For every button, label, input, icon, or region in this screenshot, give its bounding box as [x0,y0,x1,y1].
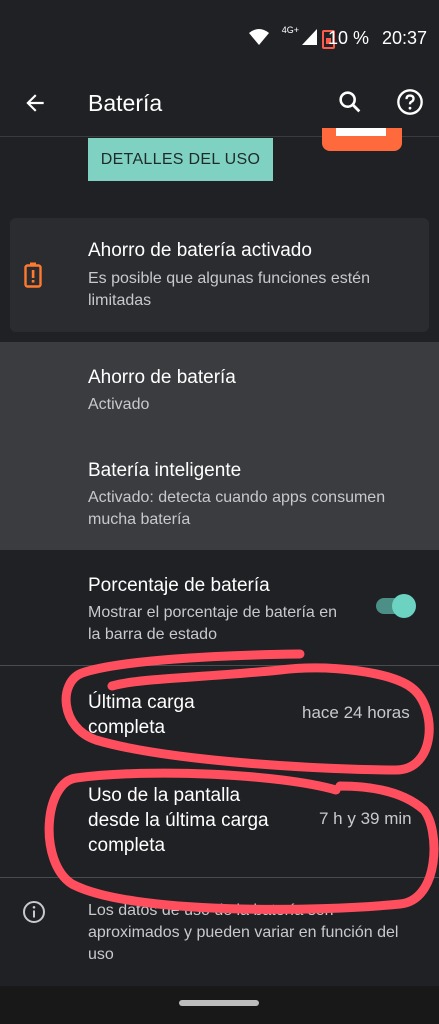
navigation-bar [0,986,439,1024]
back-arrow-icon[interactable] [22,90,48,116]
battery-percentage-toggle[interactable] [376,594,416,618]
stat-screen-usage-value: 7 h y 39 min [319,809,412,828]
setting-title-smart-battery[interactable]: Batería inteligente [88,460,241,482]
clock: 20:37 [381,28,427,48]
stat-screen-usage-line2: desde la última carga [88,810,269,831]
divider [0,665,439,666]
help-icon[interactable] [396,88,424,116]
stat-screen-usage-label: Uso de la pantalla desde la última carga… [88,783,269,858]
page-title: Batería [88,90,163,116]
setting-subtitle-smart-battery: Activado: detecta cuando apps consumen m… [88,489,386,528]
setting-subtitle-battery-saver: Activado [88,396,150,413]
footer-note: Los datos de uso de la batería son aprox… [88,902,399,963]
search-icon[interactable] [336,88,364,116]
saver-card-subtitle: Es posible que algunas funciones estén l… [88,270,370,309]
usage-details-button[interactable]: DETALLES DEL USO [88,138,273,181]
home-gesture-handle[interactable] [179,1000,259,1006]
signal-icon [302,29,317,45]
battery-saver-card[interactable]: Ahorro de batería activado Es posible qu… [10,218,429,332]
wifi-icon [249,29,269,45]
setting-title-battery-saver[interactable]: Ahorro de batería [88,367,236,389]
usage-graph-fragment [322,128,402,151]
setting-subtitle-battery-percentage: Mostrar el porcentaje de batería en la b… [88,604,338,643]
stat-screen-usage-line1: Uso de la pantalla [88,785,241,806]
network-type: 4G+ [281,25,299,35]
saver-card-title: Ahorro de batería activado [88,240,312,261]
stat-last-charge-line2: completa [88,717,166,738]
battery-percent: 10 % [327,28,369,48]
divider [0,877,439,878]
info-icon [23,901,45,923]
stat-screen-usage-line3: completa [88,835,166,856]
stat-last-charge-value: hace 24 horas [302,703,410,722]
status-bar: 4G+ 10 % 20:37 [0,0,439,72]
setting-title-battery-percentage[interactable]: Porcentaje de batería [88,575,270,597]
battery-alert-icon [24,262,42,288]
stat-last-charge-line1: Última carga [88,692,195,713]
stat-last-charge-label: Última carga completa [88,690,195,740]
